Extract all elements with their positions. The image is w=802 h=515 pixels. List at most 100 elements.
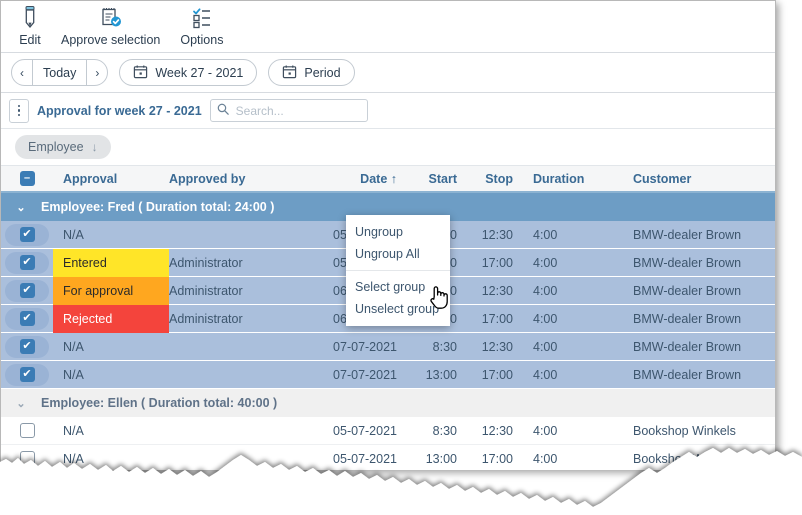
group-chip-label: Employee	[28, 140, 84, 154]
calendar-icon	[282, 64, 297, 82]
context-menu-separator	[346, 270, 450, 271]
checkbox-checked-icon: ✔	[19, 339, 35, 354]
search-box[interactable]	[209, 99, 368, 122]
cell-duration: 4:00	[533, 255, 558, 270]
group-by-bar: Employee ↓	[1, 129, 775, 165]
row-select-checkbox[interactable]	[1, 420, 53, 442]
context-menu-item-ungroup[interactable]: Ungroup	[346, 221, 450, 243]
cell-approval: Entered	[53, 248, 169, 277]
column-header-customer[interactable]: Customer	[633, 172, 775, 186]
approve-selection-button[interactable]: Approve selection	[51, 1, 170, 47]
checkbox-wrapper: ✔	[5, 335, 49, 358]
cell-stop: 12:30	[481, 339, 513, 354]
ribbon-toolbar: Edit Approve selection Options	[1, 1, 775, 53]
cell-duration: 4:00	[533, 311, 558, 326]
row-select-checkbox[interactable]: ✔	[1, 251, 53, 274]
chevron-down-icon[interactable]: ⌄	[1, 201, 41, 214]
cell-start: 13:00	[425, 367, 457, 382]
checkbox-checked-icon: ✔	[19, 367, 35, 382]
cell-start: 13:00	[425, 451, 457, 466]
cell-approved-by: Administrator	[169, 255, 243, 270]
cell-duration: 4:00	[533, 339, 558, 354]
table-row[interactable]: N/A 05-07-2021 13:00 17:00 4:00 Bookshop Wink…	[1, 445, 775, 470]
checkbox-wrapper	[5, 448, 49, 470]
table-row[interactable]: N/A 05-07-2021 8:30 12:30 4:00 Bookshop Winke…	[1, 417, 775, 445]
row-select-checkbox[interactable]: ✔	[1, 335, 53, 358]
cell-duration: 4:00	[533, 367, 558, 382]
cell-customer: BMW-dealer Brown	[633, 227, 742, 242]
date-navigation-bar: ‹ Today › Week 27 - 2021 Period	[1, 53, 775, 93]
select-all-checkbox[interactable]: –	[1, 171, 53, 186]
cell-approved-by: Administrator	[169, 311, 243, 326]
cell-customer: BMW-dealer Brown	[633, 283, 742, 298]
options-button[interactable]: Options	[170, 1, 233, 47]
edit-button[interactable]: Edit	[9, 1, 51, 47]
table-row[interactable]: ✔ N/A 07-07-2021 8:30 12:30 4:00 BMW-dealer Br…	[1, 333, 775, 361]
row-select-checkbox[interactable]: ✔	[1, 223, 53, 246]
sort-descending-icon[interactable]: ↓	[92, 140, 98, 154]
cell-approval: N/A	[53, 333, 169, 361]
checkbox-wrapper: ✔	[5, 251, 49, 274]
column-header-duration[interactable]: Duration	[523, 172, 633, 186]
approval-value: N/A	[63, 423, 84, 438]
search-icon	[217, 102, 229, 120]
checkbox-unchecked-icon	[19, 423, 35, 438]
cell-approval: Rejected	[53, 304, 169, 333]
column-header-stop[interactable]: Stop	[461, 172, 523, 186]
mouse-cursor-pointer-icon	[428, 284, 450, 315]
checkbox-wrapper: ✔	[5, 307, 49, 330]
cell-stop: 17:00	[481, 311, 513, 326]
column-header-date[interactable]: Date ↑	[301, 172, 401, 186]
status-badge: Entered	[53, 248, 169, 277]
cell-approval: For approval	[53, 276, 169, 305]
kebab-menu-icon[interactable]	[9, 98, 29, 123]
checkbox-wrapper: ✔	[5, 279, 49, 302]
checkbox-checked-icon: ✔	[19, 311, 35, 326]
row-select-checkbox[interactable]: ✔	[1, 279, 53, 302]
column-header-start[interactable]: Start	[401, 172, 461, 186]
cell-approval: N/A	[53, 361, 169, 389]
table-header-row: – Approval Approved by Date ↑ Start Stop…	[1, 165, 775, 193]
cell-stop: 12:30	[481, 283, 513, 298]
column-header-approved-by[interactable]: Approved by	[169, 172, 301, 186]
checkbox-unchecked-icon	[19, 451, 35, 466]
row-select-checkbox[interactable]: ✔	[1, 363, 53, 386]
status-badge: Rejected	[53, 304, 169, 333]
view-title-bar: Approval for week 27 - 2021	[1, 93, 775, 129]
cell-customer: Bookshop Winkels	[633, 423, 736, 438]
cell-stop: 17:00	[481, 255, 513, 270]
chevron-down-icon[interactable]: ⌄	[1, 397, 41, 410]
approval-value: N/A	[63, 227, 84, 242]
previous-period-button[interactable]: ‹	[12, 60, 32, 85]
status-badge: For approval	[53, 276, 169, 305]
cell-stop: 12:30	[481, 423, 513, 438]
search-input[interactable]	[233, 102, 361, 119]
context-menu-item-ungroup-all[interactable]: Ungroup All	[346, 243, 450, 265]
group-header-row[interactable]: ⌄ Employee: Ellen ( Duration total: 40:00…	[1, 389, 775, 417]
checkbox-indeterminate-icon: –	[19, 171, 35, 186]
week-selector-button[interactable]: Week 27 - 2021	[119, 59, 258, 86]
today-nav-group: ‹ Today ›	[11, 59, 109, 86]
cell-approved-by: Administrator	[169, 283, 243, 298]
approval-value: N/A	[63, 451, 84, 466]
main-panel: Edit Approve selection Options ‹ Today ›…	[0, 0, 776, 470]
cell-date: 07-07-2021	[333, 339, 397, 354]
cell-approval: N/A	[53, 417, 169, 445]
row-select-checkbox[interactable]	[1, 448, 53, 470]
next-period-button[interactable]: ›	[87, 60, 107, 85]
row-select-checkbox[interactable]: ✔	[1, 307, 53, 330]
cell-duration: 4:00	[533, 451, 558, 466]
cell-start: 8:30	[432, 423, 457, 438]
checkbox-checked-icon: ✔	[19, 255, 35, 270]
cell-approval: N/A	[53, 445, 169, 471]
group-chip-employee[interactable]: Employee ↓	[15, 135, 111, 159]
today-button[interactable]: Today	[33, 60, 86, 85]
approve-selection-label: Approve selection	[61, 33, 161, 47]
calendar-icon	[133, 64, 148, 82]
page-title: Approval for week 27 - 2021	[37, 103, 202, 118]
cell-date: 05-07-2021	[333, 451, 397, 466]
table-row[interactable]: ✔ N/A 07-07-2021 13:00 17:00 4:00 BMW-dealer B…	[1, 361, 775, 389]
period-button[interactable]: Period	[268, 59, 355, 86]
options-button-label: Options	[180, 33, 224, 47]
column-header-approval[interactable]: Approval	[53, 172, 169, 186]
